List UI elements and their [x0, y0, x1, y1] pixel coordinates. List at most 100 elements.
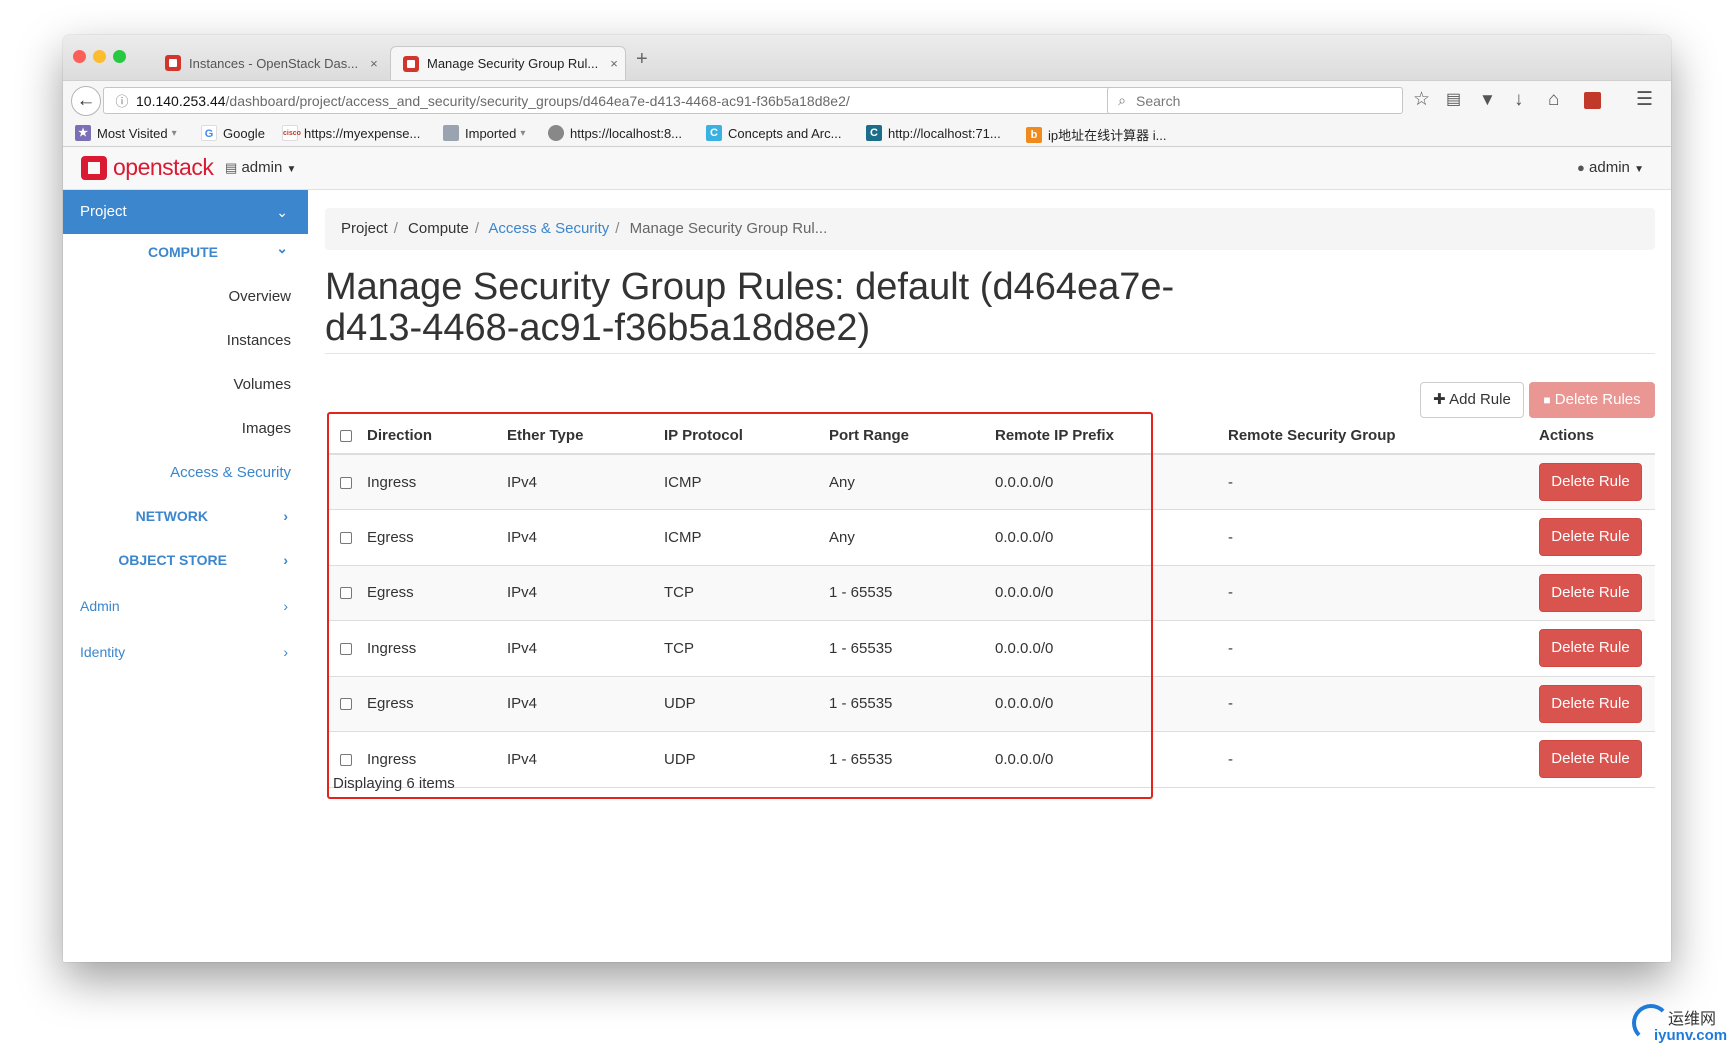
row-checkbox[interactable] [340, 587, 352, 600]
delete-rule-button[interactable]: Delete Rule [1539, 740, 1642, 779]
minimize-window-button[interactable] [93, 50, 106, 63]
cell-remote-security-group: - [1228, 675, 1539, 732]
browser-window: Instances - OpenStack Das... × Manage Se… [63, 35, 1671, 962]
close-tab-icon[interactable]: × [370, 56, 378, 71]
reading-list-icon[interactable]: ▤ [1446, 90, 1461, 110]
search-input[interactable]: ⌕ Search [1107, 87, 1403, 114]
sidebar-item-label: COMPUTE [148, 244, 218, 260]
url-host: 10.140.253.44 [136, 92, 226, 109]
user-menu[interactable]: ● admin ▼ [1577, 159, 1644, 176]
sidebar-item-access-security[interactable]: Access & Security [170, 464, 291, 481]
openstack-navbar: openstack ▤ admin ▼ ● admin ▼ [63, 147, 1671, 190]
delete-rule-button[interactable]: Delete Rule [1539, 684, 1642, 723]
delete-rules-button[interactable]: ■ Delete Rules [1529, 382, 1655, 418]
chevron-right-icon: › [283, 508, 288, 524]
url-bar[interactable]: ⓘ 10.140.253.44/dashboard/project/access… [103, 87, 1159, 114]
close-window-button[interactable] [73, 50, 86, 63]
tab-manage-security-group-rules[interactable]: Manage Security Group Rul... × [390, 46, 626, 80]
table-row: Egress IPv4 UDP 1 - 65535 0.0.0.0/0 - De… [327, 675, 1655, 732]
sidebar-item-network[interactable]: NETWORK › [63, 508, 308, 524]
star-bookmark-icon[interactable]: ☆ [1413, 90, 1430, 110]
tab-instances[interactable]: Instances - OpenStack Das... × [153, 46, 381, 80]
bookmark-label: https://myexpense... [304, 125, 421, 141]
bookmark-most-visited[interactable]: ★ Most Visited ▾ [75, 125, 177, 141]
cell-direction: Egress [367, 509, 507, 565]
cell-remote-security-group: - [1228, 620, 1539, 676]
bookmark-myexpense[interactable]: cisco https://myexpense... [282, 125, 420, 141]
google-icon: G [201, 125, 217, 141]
sidebar-item-instances[interactable]: Instances [227, 332, 291, 349]
download-icon[interactable]: ↓ [1514, 90, 1524, 110]
delete-rule-button[interactable]: Delete Rule [1539, 463, 1642, 501]
pocket-icon[interactable]: ▼ [1479, 90, 1496, 110]
sidebar-item-volumes[interactable]: Volumes [233, 376, 291, 393]
cell-remote-ip-prefix: 0.0.0.0/0 [995, 675, 1228, 732]
sidebar-item-identity[interactable]: Identity › [80, 644, 291, 660]
select-all-checkbox[interactable] [340, 430, 352, 443]
cell-port-range: 1 - 65535 [829, 564, 995, 621]
table-header-row: Direction Ether Type IP Protocol Port Ra… [327, 414, 1655, 455]
user-menu-label: admin [1589, 159, 1630, 176]
cell-ether-type: IPv4 [507, 620, 664, 676]
sidebar-item-project[interactable]: Project ⌄ [63, 190, 308, 234]
openstack-favicon-icon [403, 55, 419, 72]
chevron-right-icon: › [283, 552, 288, 568]
bookmark-imported[interactable]: Imported ▾ [443, 125, 525, 141]
back-button[interactable]: ← [71, 86, 101, 116]
cell-port-range: 1 - 65535 [829, 731, 995, 788]
row-checkbox[interactable] [340, 531, 352, 544]
row-checkbox[interactable] [340, 753, 352, 766]
chevron-down-icon: ▾ [520, 127, 526, 139]
close-tab-icon[interactable]: × [610, 56, 618, 71]
watermark: 运维网 iyunv.com [1632, 1002, 1732, 1050]
sidebar-item-compute[interactable]: COMPUTE ⌄ [63, 240, 308, 260]
column-header-remote-security-group[interactable]: Remote Security Group [1228, 414, 1539, 455]
chevron-down-icon: ▼ [1634, 164, 1644, 175]
row-checkbox[interactable] [340, 476, 352, 489]
column-header-remote-ip-prefix[interactable]: Remote IP Prefix [995, 414, 1228, 455]
bookmark-google[interactable]: G Google [201, 125, 265, 141]
site-info-icon[interactable]: ⓘ [108, 91, 136, 110]
delete-rule-button[interactable]: Delete Rule [1539, 573, 1642, 612]
zoom-window-button[interactable] [113, 50, 126, 63]
project-selector[interactable]: ▤ admin ▼ [225, 159, 296, 176]
chevron-right-icon: › [283, 644, 288, 660]
bookmark-label: Most Visited [97, 125, 168, 141]
menu-hamburger-icon[interactable]: ☰ [1636, 90, 1653, 110]
cell-direction: Ingress [367, 453, 507, 510]
openstack-logo[interactable]: openstack [81, 154, 214, 181]
cell-remote-security-group: - [1228, 453, 1539, 510]
brand-name: openstack [113, 154, 214, 180]
cell-remote-ip-prefix: 0.0.0.0/0 [995, 731, 1228, 788]
home-icon[interactable]: ⌂ [1548, 90, 1559, 110]
bookmark-concepts[interactable]: C Concepts and Arc... [706, 125, 841, 141]
sidebar-item-object-store[interactable]: OBJECT STORE › [63, 552, 308, 568]
cell-ip-protocol: ICMP [664, 509, 829, 565]
new-tab-button[interactable]: + [636, 48, 648, 71]
globe-icon [548, 125, 564, 141]
column-header-ether-type[interactable]: Ether Type [507, 414, 664, 455]
delete-rule-button[interactable]: Delete Rule [1539, 629, 1642, 668]
chevron-right-icon: › [283, 598, 288, 614]
row-checkbox[interactable] [340, 698, 352, 711]
bookmark-ip-calculator[interactable]: b ip地址在线计算器 i... [1026, 125, 1166, 144]
column-header-port-range[interactable]: Port Range [829, 414, 995, 455]
trash-icon: ■ [1543, 393, 1551, 407]
bookmark-localhost-8[interactable]: https://localhost:8... [548, 125, 682, 141]
sidebar-item-label: Identity [80, 644, 126, 660]
tab-bar: Instances - OpenStack Das... × Manage Se… [63, 35, 1671, 80]
sidebar-item-overview[interactable]: Overview [228, 288, 291, 305]
bookmark-localhost-71[interactable]: C http://localhost:71... [866, 125, 1001, 141]
sidebar-item-admin[interactable]: Admin › [80, 598, 291, 614]
cell-ip-protocol: TCP [664, 620, 829, 676]
sidebar-item-label: Admin [80, 598, 120, 614]
column-header-direction[interactable]: Direction [367, 414, 507, 455]
column-header-ip-protocol[interactable]: IP Protocol [664, 414, 829, 455]
delete-rule-button[interactable]: Delete Rule [1539, 518, 1642, 557]
add-rule-button[interactable]: ✚ Add Rule [1420, 382, 1524, 418]
breadcrumb-access-security-link[interactable]: Access & Security [488, 220, 609, 237]
extension-icon[interactable] [1584, 92, 1601, 109]
row-checkbox[interactable] [340, 642, 352, 655]
sidebar-item-images[interactable]: Images [242, 420, 291, 437]
watermark-text-domain: iyunv.com [1654, 1027, 1728, 1044]
